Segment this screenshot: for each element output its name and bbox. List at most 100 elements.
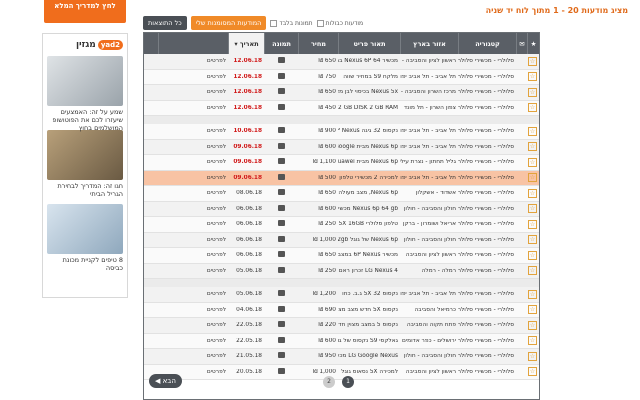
magazine-item[interactable]: 8 טיפים לקניית מכונת כביסה (47, 204, 123, 278)
all-results-button[interactable]: כל התוצאות (143, 16, 187, 30)
desc-cell: LG Google Nexus מכשיר (338, 353, 398, 360)
favorite-star-icon[interactable]: ☆ (527, 103, 539, 113)
favorite-star-icon[interactable]: ☆ (527, 351, 539, 361)
table-header: ★ ✉ קטגוריה אזור בארץ תאור פריט מחיר תמו… (144, 33, 539, 54)
table-row[interactable]: ☆ סלולרי - מכשירי סלולרי גליל תחתון - נצרת… (144, 155, 539, 171)
price-cell: 250 ₪ (318, 267, 336, 274)
table-row[interactable]: ☆ סלולרי - מכשירי סלולרי חולון והסביבה - ח… (144, 232, 539, 248)
table-row[interactable]: ☆ סלולרי - מכשירי סלולרי ראשון לציון והסבי… (144, 54, 539, 70)
details-link[interactable]: לפרטים (158, 58, 228, 64)
area-cell: תל אביב - תל אביב יפו (400, 73, 456, 80)
details-link[interactable]: לפרטים (158, 190, 228, 196)
favorite-star-icon[interactable]: ☆ (527, 173, 539, 183)
grill-image (47, 130, 123, 180)
camera-icon (277, 158, 285, 165)
favorite-star-icon[interactable]: ☆ (527, 320, 539, 330)
details-link[interactable]: לפרטים (158, 353, 228, 359)
magazine-item[interactable]: חגו זה: המדריך לבחירת הגריל הביתי (47, 130, 123, 204)
desc-cell: נקסוס 32 גיגה 6P Nexus מצב חדש (338, 128, 398, 135)
category-cell: סלולרי - מכשירי סלולרי (458, 205, 514, 212)
details-link[interactable]: לפרטים (158, 105, 228, 111)
table-row[interactable]: ☆ סלולרי - מכשירי סלולרי תל אביב - תל אביב… (144, 124, 539, 140)
area-cell: חולון והסביבה - חולון (403, 236, 456, 243)
favorite-star-icon[interactable]: ☆ (527, 266, 539, 276)
favorite-star-icon[interactable]: ☆ (527, 142, 539, 152)
table-row[interactable]: ☆ סלולרי - מכשירי סלולרי כרמיאל והסביבה נקס… (144, 302, 539, 318)
table-row[interactable]: ☆ סלולרי - מכשירי סלולרי צפון השרון - תל מ… (144, 100, 539, 116)
favorite-star-icon[interactable]: ☆ (527, 235, 539, 245)
details-link[interactable]: לפרטים (158, 237, 228, 243)
favorite-star-icon[interactable]: ☆ (527, 289, 539, 299)
date-header[interactable]: תאריך ▾ (228, 33, 264, 54)
table-row[interactable]: ☆ סלולרי - מכשירי סלולרי ירושלים - כפר אדו… (144, 333, 539, 349)
table-row[interactable]: ☆ סלולרי - מכשירי סלולרי פתח תקוה והסביבה נ… (144, 318, 539, 334)
page-2-button[interactable]: 2 (323, 376, 335, 388)
favorite-star-icon[interactable]: ☆ (527, 305, 539, 315)
image-cell (264, 173, 298, 182)
favorite-star-icon[interactable]: ☆ (527, 219, 539, 229)
date-cell: 12.06.18 (233, 73, 262, 80)
favorite-star-icon[interactable]: ☆ (527, 250, 539, 260)
image-header[interactable]: תמונה (264, 33, 298, 54)
details-link[interactable]: לפרטים (158, 252, 228, 258)
table-row[interactable]: ☆ סלולרי - מכשירי סלולרי אשדוד - אשקלון Nex… (144, 186, 539, 202)
row-spacer (144, 279, 539, 287)
details-link[interactable]: לפרטים (158, 322, 228, 328)
details-link[interactable]: לפרטים (158, 175, 228, 181)
page-1-button[interactable]: 1 (342, 376, 354, 388)
details-link[interactable]: לפרטים (158, 206, 228, 212)
date-cell: 06.06.18 (236, 205, 262, 212)
price-cell: 1,200 ₪ (313, 291, 336, 298)
favorite-star-icon[interactable]: ☆ (527, 87, 539, 97)
favorite-star-icon[interactable]: ☆ (527, 336, 539, 346)
table-row[interactable]: ☆ סלולרי - מכשירי סלולרי תל אביב - תל אביב… (144, 69, 539, 85)
favorite-star-icon[interactable]: ☆ (527, 188, 539, 198)
image-cell (264, 72, 298, 81)
price-cell: 600 ₪ (318, 337, 336, 344)
table-row[interactable]: ☆ סלולרי - מכשירי סלולרי תל אביב - תל אביב… (144, 170, 539, 186)
details-link[interactable]: לפרטים (158, 221, 228, 227)
desc-cell: NEXUS 5 32 GB DISK 2 GB RAM (338, 104, 398, 111)
favorite-star-icon[interactable]: ☆ (527, 56, 539, 66)
price-cell: 1,100 ₪ (313, 159, 336, 166)
image-cell (264, 88, 298, 96)
details-link[interactable]: לפרטים (158, 268, 228, 274)
price-header[interactable]: מחיר (298, 33, 338, 54)
next-page-button[interactable]: ◀ הבא (149, 374, 182, 388)
area-header[interactable]: אזור בארץ (400, 33, 458, 54)
guide-banner[interactable]: לחץ למדריך המלא (44, 0, 126, 23)
category-header[interactable]: קטגוריה (458, 33, 516, 54)
table-row[interactable]: ☆ סלולרי - מכשירי סלולרי תל אביב - תל אביב… (144, 287, 539, 303)
table-row[interactable]: ☆ סלולרי - מכשירי סלולרי רמלה - רמלה LG Nex… (144, 263, 539, 279)
price-cell: 650 ₪ (318, 252, 336, 259)
table-body: ☆ סלולרי - מכשירי סלולרי ראשון לציון והסבי… (144, 54, 539, 399)
details-link[interactable]: לפרטים (158, 338, 228, 344)
table-row[interactable]: ☆ סלולרי - מכשירי סלולרי ראשון לציון והסבי… (144, 248, 539, 264)
category-cell: סלולרי - מכשירי סלולרי (458, 73, 514, 80)
details-link[interactable]: לפרטים (158, 74, 228, 80)
favorite-star-icon[interactable]: ☆ (527, 72, 539, 82)
favorite-star-icon[interactable]: ☆ (527, 157, 539, 167)
details-link[interactable]: לפרטים (158, 89, 228, 95)
details-link[interactable]: לפרטים (158, 307, 228, 313)
pinned-checkbox[interactable]: מודעות כבולות (316, 19, 363, 27)
favorite-star-icon[interactable]: ☆ (527, 126, 539, 136)
details-link[interactable]: לפרטים (158, 291, 228, 297)
table-row[interactable]: ☆ סלולרי - מכשירי סלולרי תל אביב - תל אביב… (144, 139, 539, 155)
details-link[interactable]: לפרטים (158, 159, 228, 165)
camera-icon (277, 204, 285, 211)
table-row[interactable]: ☆ סלולרי - מכשירי סלולרי חולון והסביבה - ח… (144, 201, 539, 217)
favorite-star-icon[interactable]: ☆ (527, 204, 539, 214)
camera-icon (277, 235, 285, 242)
details-link[interactable]: לפרטים (158, 144, 228, 150)
desc-cell: Nexus 6p של גוגל 32gb (338, 236, 398, 243)
table-row[interactable]: ☆ סלולרי - מכשירי סלולרי חולון והסביבה - ח… (144, 349, 539, 365)
table-row[interactable]: ☆ סלולרי - מכשירי סלולרי מרכז השרון והסביב… (144, 85, 539, 101)
desc-header[interactable]: תאור פריט (338, 33, 400, 54)
table-row[interactable]: ☆ סלולרי - מכשירי סלולרי אריאל ושומרון - ב… (144, 217, 539, 233)
details-link[interactable]: לפרטים (158, 128, 228, 134)
images-only-checkbox[interactable]: תמונות בלבד (270, 19, 313, 27)
magazine-item[interactable]: שמע על זה: האמצעים שיעזרו לכם את הפוטושו… (47, 56, 123, 132)
image-cell (264, 336, 298, 345)
my-favorites-button[interactable]: המודעות המסומנות שלי (190, 16, 267, 30)
